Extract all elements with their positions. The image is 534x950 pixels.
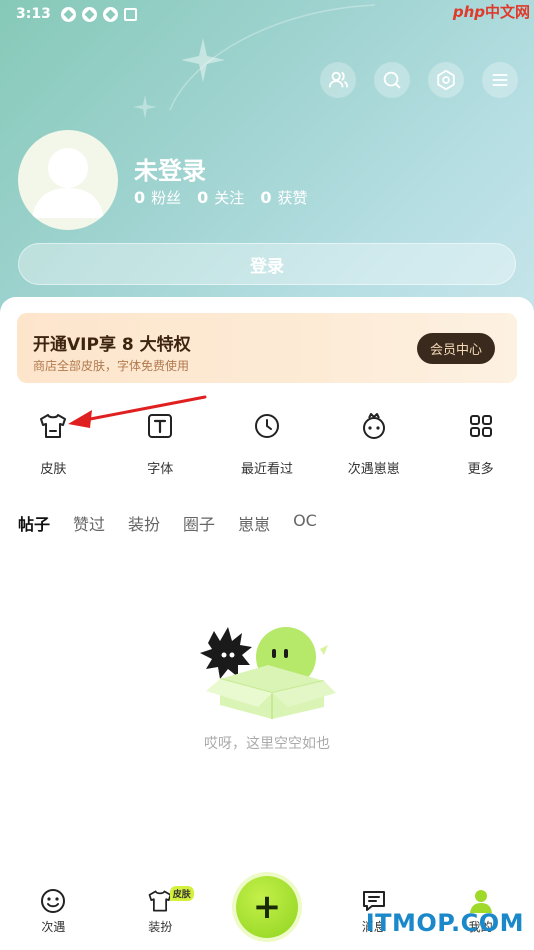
nav-label: 次遇	[41, 920, 66, 934]
annotation-arrow	[68, 395, 207, 428]
nav-outfit[interactable]: 皮肤 装扮	[107, 880, 214, 950]
tab-posts[interactable]: 帖子	[15, 511, 51, 540]
create-post-button[interactable]: +	[236, 876, 298, 938]
tab-outfit[interactable]: 装扮	[128, 511, 160, 535]
nav-encounter[interactable]: 次遇	[0, 880, 107, 950]
tab-circles[interactable]: 圈子	[183, 511, 215, 535]
nav-label: 装扮	[148, 920, 173, 934]
empty-state-text: 哎呀，这里空空如也	[204, 736, 330, 752]
empty-box-illustration	[200, 627, 336, 719]
skin-badge: 皮肤	[169, 886, 194, 901]
tab-oc[interactable]: OC	[293, 511, 317, 535]
smile-icon	[41, 889, 66, 913]
tab-liked[interactable]: 赞过	[73, 511, 105, 535]
tab-pets[interactable]: 崽崽	[238, 511, 270, 535]
watermark-itmop: ITMOP.COM	[365, 909, 524, 937]
content-tabs: 帖子 赞过 装扮 圈子 崽崽 OC	[15, 511, 317, 540]
